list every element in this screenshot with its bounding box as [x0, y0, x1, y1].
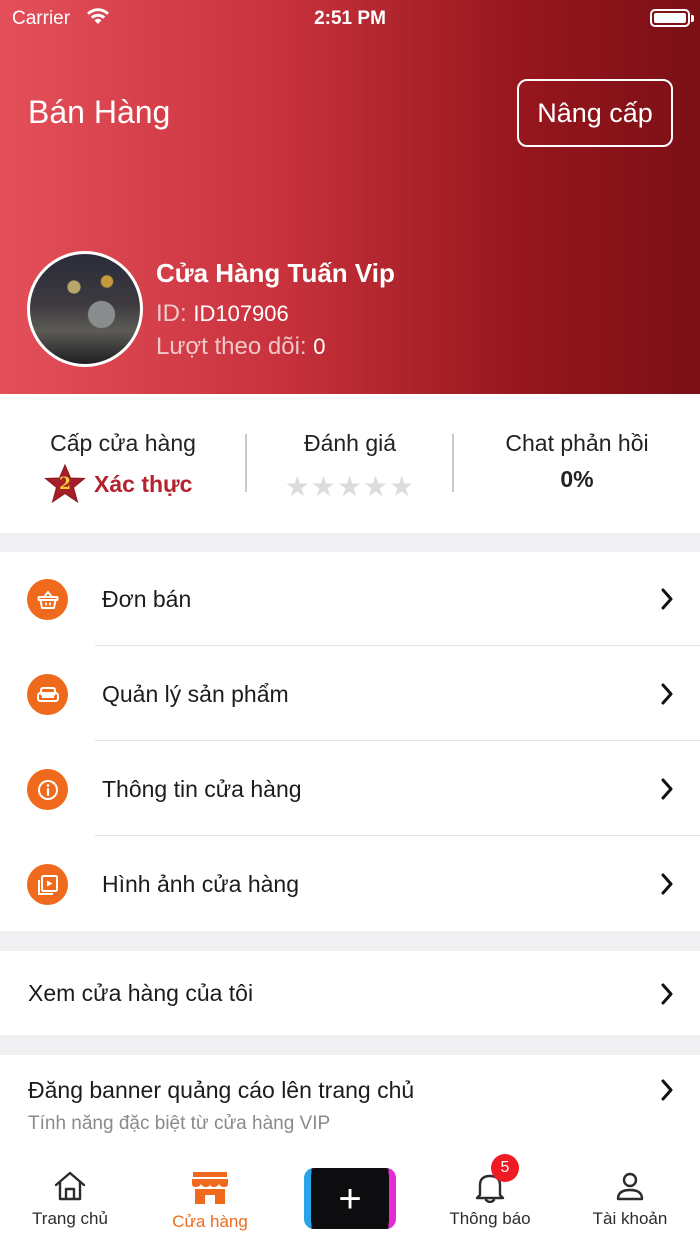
store-icon	[191, 1171, 229, 1210]
info-icon	[27, 769, 68, 810]
notification-badge: 5	[491, 1154, 519, 1182]
menu-item-label: Đơn bán	[102, 586, 192, 612]
shop-id-value: ID107906	[193, 301, 289, 326]
menu-item-label: Quản lý sản phẩm	[102, 681, 289, 707]
menu-item-label: Thông tin cửa hàng	[102, 776, 302, 802]
store-header: Carrier 2:51 PM Bán Hàng Nâng cấp Cửa Hà…	[0, 0, 700, 394]
plus-icon: +	[311, 1168, 389, 1229]
battery-icon	[650, 9, 694, 27]
shop-id: ID: ID107906	[156, 300, 289, 328]
tab-home[interactable]: Trang chủ	[15, 1155, 125, 1244]
shop-id-label: ID:	[156, 300, 187, 327]
menu-item-shop-info[interactable]: Thông tin cửa hàng	[0, 742, 700, 836]
tab-bar: Trang chủ Cửa hàng + Thông báo Tài khoản	[0, 1155, 700, 1244]
menu-separator	[95, 740, 700, 741]
followers-value: 0	[313, 334, 326, 359]
status-bar: Carrier 2:51 PM	[0, 0, 700, 38]
chevron-right-icon	[660, 983, 674, 1010]
shop-avatar[interactable]	[27, 251, 143, 367]
basket-icon	[27, 579, 68, 620]
chevron-right-icon	[660, 1079, 674, 1106]
tab-shop-label: Cửa hàng	[172, 1212, 248, 1231]
menu-item-shop-images[interactable]: Hình ảnh cửa hàng	[0, 837, 700, 931]
view-my-shop-row[interactable]: Xem cửa hàng của tôi	[0, 951, 700, 1035]
tab-notifications-label: Thông báo	[449, 1209, 531, 1228]
tab-account[interactable]: Tài khoản	[575, 1155, 685, 1244]
shop-followers: Lượt theo dõi: 0	[156, 333, 325, 361]
post-banner-subtitle: Tính năng đặc biệt từ cửa hàng VIP	[28, 1113, 331, 1134]
tab-home-label: Trang chủ	[32, 1209, 108, 1228]
shop-name: Cửa Hàng Tuấn Vip	[156, 258, 395, 288]
clock: 2:51 PM	[314, 8, 386, 29]
tab-notifications[interactable]: Thông báo	[435, 1155, 545, 1244]
level-star-icon: 2	[44, 464, 86, 504]
chevron-right-icon	[660, 588, 674, 615]
stat-level: Cấp cửa hàng 2 Xác thực	[0, 394, 246, 533]
chevron-right-icon	[660, 683, 674, 710]
stat-rating-title: Đánh giá	[303, 430, 397, 456]
post-banner-label: Đăng banner quảng cáo lên trang chủ	[28, 1077, 415, 1103]
stat-rating: Đánh giá ★★★★★	[246, 394, 454, 533]
level-badge: 2 Xác thực	[44, 464, 192, 504]
add-post-button[interactable]: +	[304, 1168, 396, 1229]
menu-item-products[interactable]: Quản lý sản phẩm	[0, 647, 700, 741]
gallery-icon	[27, 864, 68, 905]
view-my-shop-label: Xem cửa hàng của tôi	[28, 980, 254, 1006]
menu-item-orders[interactable]: Đơn bán	[0, 552, 700, 646]
rating-stars-icon: ★★★★★	[284, 471, 416, 502]
tab-shop[interactable]: Cửa hàng	[155, 1155, 265, 1244]
stat-level-title: Cấp cửa hàng	[50, 430, 196, 456]
upgrade-button[interactable]: Nâng cấp	[517, 79, 673, 147]
level-number: 2	[59, 474, 71, 494]
user-icon	[615, 1171, 645, 1206]
level-status: Xác thực	[94, 470, 193, 497]
stat-chat: Chat phản hồi 0%	[454, 394, 700, 533]
tab-account-label: Tài khoản	[592, 1209, 668, 1228]
stat-chat-title: Chat phản hồi	[505, 430, 649, 456]
shop-menu: Đơn bán Quản lý sản phẩm Thông tin cửa h…	[0, 552, 700, 931]
menu-separator	[95, 835, 700, 836]
page-title: Bán Hàng	[28, 94, 171, 130]
menu-item-label: Hình ảnh cửa hàng	[102, 871, 299, 897]
menu-separator	[95, 645, 700, 646]
home-icon	[53, 1171, 87, 1206]
post-banner-row[interactable]: Đăng banner quảng cáo lên trang chủ Tính…	[0, 1055, 700, 1155]
sofa-icon	[27, 674, 68, 715]
chevron-right-icon	[660, 778, 674, 805]
followers-label: Lượt theo dõi:	[156, 333, 307, 360]
stat-chat-value: 0%	[560, 466, 594, 492]
chevron-right-icon	[660, 873, 674, 900]
shop-stats: Cấp cửa hàng 2 Xác thực Đánh giá ★★★★★ C…	[0, 394, 700, 533]
